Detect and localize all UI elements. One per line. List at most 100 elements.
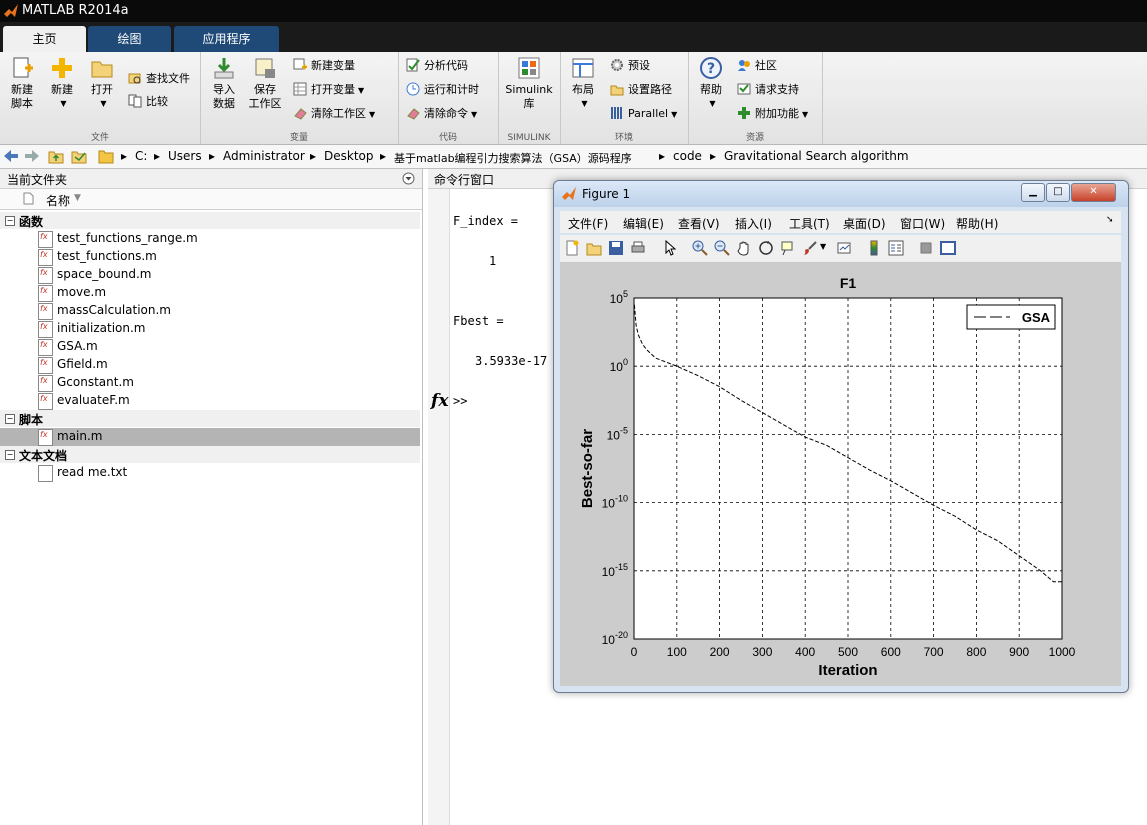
- menu-insert[interactable]: 插入(I): [735, 215, 772, 232]
- rotate-3d-icon[interactable]: [758, 240, 774, 256]
- menu-file[interactable]: 文件(F): [568, 215, 608, 232]
- crumb-sep-icon: ▸: [154, 149, 161, 163]
- run-and-time-button[interactable]: 运行和计时: [406, 81, 479, 99]
- request-support-button[interactable]: 请求支持: [737, 81, 799, 99]
- tab-apps[interactable]: 应用程序: [174, 26, 279, 52]
- hide-plot-tools-icon[interactable]: [918, 240, 934, 256]
- file-item[interactable]: initialization.m: [0, 320, 420, 338]
- folder-section[interactable]: − 函数: [0, 212, 420, 229]
- clear-workspace-button[interactable]: 清除工作区 ▼: [293, 105, 375, 123]
- parallel-button[interactable]: Parallel ▼: [610, 105, 677, 123]
- crumb-users[interactable]: Users: [168, 149, 202, 163]
- community-button[interactable]: 社区: [737, 57, 777, 75]
- file-item[interactable]: massCalculation.m: [0, 302, 420, 320]
- menu-view[interactable]: 查看(V): [678, 215, 720, 232]
- command-window-title: 命令行窗口: [434, 173, 495, 187]
- clear-commands-label: 清除命令: [424, 107, 468, 120]
- up-folder-icon[interactable]: [48, 148, 64, 164]
- crumb-gsa[interactable]: Gravitational Search algorithm: [724, 149, 909, 163]
- analyze-code-button[interactable]: 分析代码: [406, 57, 468, 75]
- crumb-code[interactable]: code: [673, 149, 702, 163]
- dock-arrow-icon[interactable]: ➘: [1106, 215, 1114, 225]
- find-files-button[interactable]: 查找文件: [128, 70, 190, 88]
- analyze-code-label: 分析代码: [424, 59, 468, 72]
- minimize-icon: ▁: [1029, 186, 1037, 197]
- clear-commands-button[interactable]: 清除命令 ▼: [406, 105, 477, 123]
- open-file-icon[interactable]: [586, 240, 602, 256]
- data-cursor-icon[interactable]: [780, 240, 796, 256]
- x-tick-label: 1000: [1049, 645, 1076, 659]
- file-item[interactable]: Gfield.m: [0, 356, 420, 374]
- folder-section[interactable]: − 文本文档: [0, 446, 420, 463]
- menu-edit[interactable]: 编辑(E): [623, 215, 664, 232]
- panel-menu-icon[interactable]: [402, 172, 415, 185]
- browse-folder-icon[interactable]: [71, 148, 87, 164]
- file-item[interactable]: main.m: [0, 428, 420, 446]
- open-label: 打开: [91, 83, 113, 96]
- import-data-button[interactable]: 导入 数据: [206, 56, 242, 111]
- simulink-library-button[interactable]: Simulink 库: [504, 56, 554, 111]
- command-prompt[interactable]: >>: [453, 394, 467, 408]
- crumb-administrator[interactable]: Administrator: [223, 149, 305, 163]
- collapse-icon[interactable]: −: [5, 216, 15, 226]
- layout-button[interactable]: 布局 ▼: [566, 56, 600, 111]
- crumb-desktop[interactable]: Desktop: [324, 149, 374, 163]
- legend-icon[interactable]: [888, 240, 904, 256]
- file-item[interactable]: GSA.m: [0, 338, 420, 356]
- link-plot-icon[interactable]: [836, 240, 852, 256]
- tab-home[interactable]: 主页: [3, 26, 86, 52]
- menu-tools[interactable]: 工具(T): [789, 215, 830, 232]
- tab-plots[interactable]: 绘图: [88, 26, 171, 52]
- minimize-button[interactable]: ▁: [1021, 183, 1045, 202]
- add-ons-button[interactable]: 附加功能 ▼: [737, 105, 808, 123]
- crumb-project[interactable]: 基于matlab编程引力搜索算法（GSA）源码程序: [394, 150, 632, 166]
- output-line: Fbest =: [453, 314, 504, 328]
- show-plot-tools-icon[interactable]: [940, 240, 956, 256]
- close-button[interactable]: ✕: [1071, 183, 1116, 202]
- new-variable-button[interactable]: 新建变量: [293, 57, 355, 75]
- zoom-out-icon[interactable]: [714, 240, 730, 256]
- figure-titlebar[interactable]: Figure 1 ▁ □ ✕: [554, 181, 1128, 207]
- menu-help[interactable]: 帮助(H): [956, 215, 998, 232]
- open-variable-label: 打开变量: [311, 83, 355, 96]
- save-workspace-button[interactable]: 保存 工作区: [246, 56, 284, 111]
- preferences-button[interactable]: 预设: [610, 57, 650, 75]
- back-arrow-icon[interactable]: [3, 149, 19, 163]
- folder-section[interactable]: − 脚本: [0, 410, 420, 427]
- line-chart[interactable]: 0 100 200 300 400 500 600 700 800 900 100010510010…: [560, 263, 1121, 686]
- zoom-in-icon[interactable]: [692, 240, 708, 256]
- menu-desktop[interactable]: 桌面(D): [843, 215, 886, 232]
- file-item[interactable]: test_functions.m: [0, 248, 420, 266]
- name-column-header[interactable]: 名称 ▼: [0, 189, 422, 210]
- file-item[interactable]: evaluateF.m: [0, 392, 420, 410]
- print-icon[interactable]: [630, 240, 646, 256]
- open-button[interactable]: 打开 ▼: [84, 56, 120, 111]
- pan-icon[interactable]: [736, 240, 752, 256]
- new-figure-icon[interactable]: [564, 240, 580, 256]
- new-script-button[interactable]: 新建 脚本: [4, 56, 40, 111]
- file-item[interactable]: test_functions_range.m: [0, 230, 420, 248]
- new-button[interactable]: 新建 ▼: [44, 56, 80, 111]
- function-browser-icon[interactable]: fx: [431, 391, 448, 411]
- crumb-drive[interactable]: C:: [135, 149, 147, 163]
- file-item[interactable]: Gconstant.m: [0, 374, 420, 392]
- pointer-icon[interactable]: [662, 240, 678, 256]
- forward-arrow-icon[interactable]: [24, 149, 40, 163]
- brush-icon[interactable]: [802, 240, 818, 256]
- y-tick-base: 10: [602, 497, 616, 511]
- x-tick-label: 800: [966, 645, 986, 659]
- menu-window[interactable]: 窗口(W): [900, 215, 945, 232]
- colorbar-icon[interactable]: [866, 240, 882, 256]
- compare-button[interactable]: 比较: [128, 93, 168, 111]
- maximize-button[interactable]: □: [1046, 183, 1070, 202]
- save-icon[interactable]: [608, 240, 624, 256]
- file-item[interactable]: move.m: [0, 284, 420, 302]
- brush-dropdown-icon[interactable]: ▼: [820, 242, 826, 251]
- help-button[interactable]: ? 帮助 ▼: [694, 56, 728, 111]
- file-item[interactable]: space_bound.m: [0, 266, 420, 284]
- file-item[interactable]: read me.txt: [0, 464, 420, 482]
- collapse-icon[interactable]: −: [5, 414, 15, 424]
- collapse-icon[interactable]: −: [5, 450, 15, 460]
- set-path-button[interactable]: 设置路径: [610, 81, 672, 99]
- open-variable-button[interactable]: 打开变量 ▼: [293, 81, 364, 99]
